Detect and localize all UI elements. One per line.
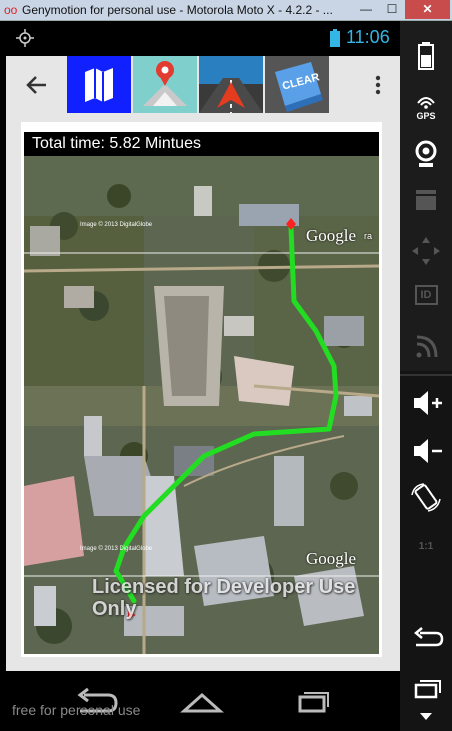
gps-fix-icon [16, 29, 34, 47]
rotate-icon[interactable] [406, 481, 446, 515]
volume-up-icon[interactable] [406, 386, 446, 420]
id-widget-label: ID [414, 285, 438, 305]
dpad-widget-icon[interactable] [406, 234, 446, 268]
scale-widget-label: 1:1 [418, 541, 434, 552]
window-title: Genymotion for personal use - Motorola M… [22, 3, 333, 17]
nav-recents-icon[interactable] [282, 681, 342, 721]
developer-license-watermark: Licensed for Developer Use Only [92, 576, 356, 620]
sidebar-divider [400, 374, 452, 376]
cast-widget-icon[interactable] [406, 329, 446, 363]
phone-screen: 11:06 CLEAR Total time: 5.82 Mintues Goo… [6, 21, 400, 671]
android-nav-bar [6, 671, 400, 731]
recent-apps-icon[interactable] [406, 671, 446, 705]
status-time: 11:06 [346, 27, 390, 47]
genymotion-sidebar: GPS ID 1:1 [400, 21, 452, 731]
status-bar: 11:06 [6, 21, 400, 56]
sidebar-scroll-down-icon[interactable] [420, 713, 432, 721]
sidebar-back-icon[interactable] [406, 621, 446, 655]
gps-widget-label: GPS [416, 111, 436, 121]
nav-home-icon[interactable] [172, 681, 232, 721]
battery-widget-icon[interactable] [406, 39, 446, 73]
maximize-button[interactable]: ☐ [379, 0, 405, 19]
google-logo-top-suffix: ra [364, 231, 373, 241]
map-copyright-top: Image © 2013 DigitalGlobe [80, 222, 153, 228]
camera-widget-icon[interactable] [406, 136, 446, 170]
map-tile-button[interactable] [67, 56, 131, 113]
pin-icon [133, 56, 197, 113]
id-widget-button[interactable]: ID [406, 281, 446, 315]
google-logo-bottom: Google [306, 549, 357, 568]
back-arrow-icon[interactable] [16, 68, 56, 102]
close-button[interactable]: ✕ [405, 0, 450, 19]
map-copyright-bottom: Image © 2013 DigitalGlobe [80, 546, 153, 552]
map-icon [85, 68, 113, 102]
genymotion-logo-icon: oo [4, 3, 18, 17]
scale-widget-button[interactable]: 1:1 [406, 531, 446, 565]
window-titlebar: oo Genymotion for personal use - Motorol… [0, 0, 452, 21]
navigation-icon [199, 56, 263, 113]
volume-down-icon[interactable] [406, 434, 446, 468]
navigation-tile-button[interactable] [199, 56, 263, 113]
gps-widget-icon [417, 97, 435, 109]
overflow-menu-icon[interactable] [368, 70, 388, 100]
clear-tile-button[interactable]: CLEAR [265, 56, 329, 113]
action-bar: CLEAR [6, 56, 400, 113]
google-logo-top: Google [306, 226, 357, 245]
total-time-label: Total time: 5.82 Mintues [24, 132, 379, 156]
gps-widget-button[interactable]: GPS [406, 91, 446, 125]
free-for-personal-use-text: free for personal use [12, 702, 141, 718]
battery-icon [330, 29, 340, 47]
pin-tile-button[interactable] [133, 56, 197, 113]
video-widget-icon[interactable] [406, 184, 446, 218]
minimize-button[interactable]: — [353, 0, 379, 19]
